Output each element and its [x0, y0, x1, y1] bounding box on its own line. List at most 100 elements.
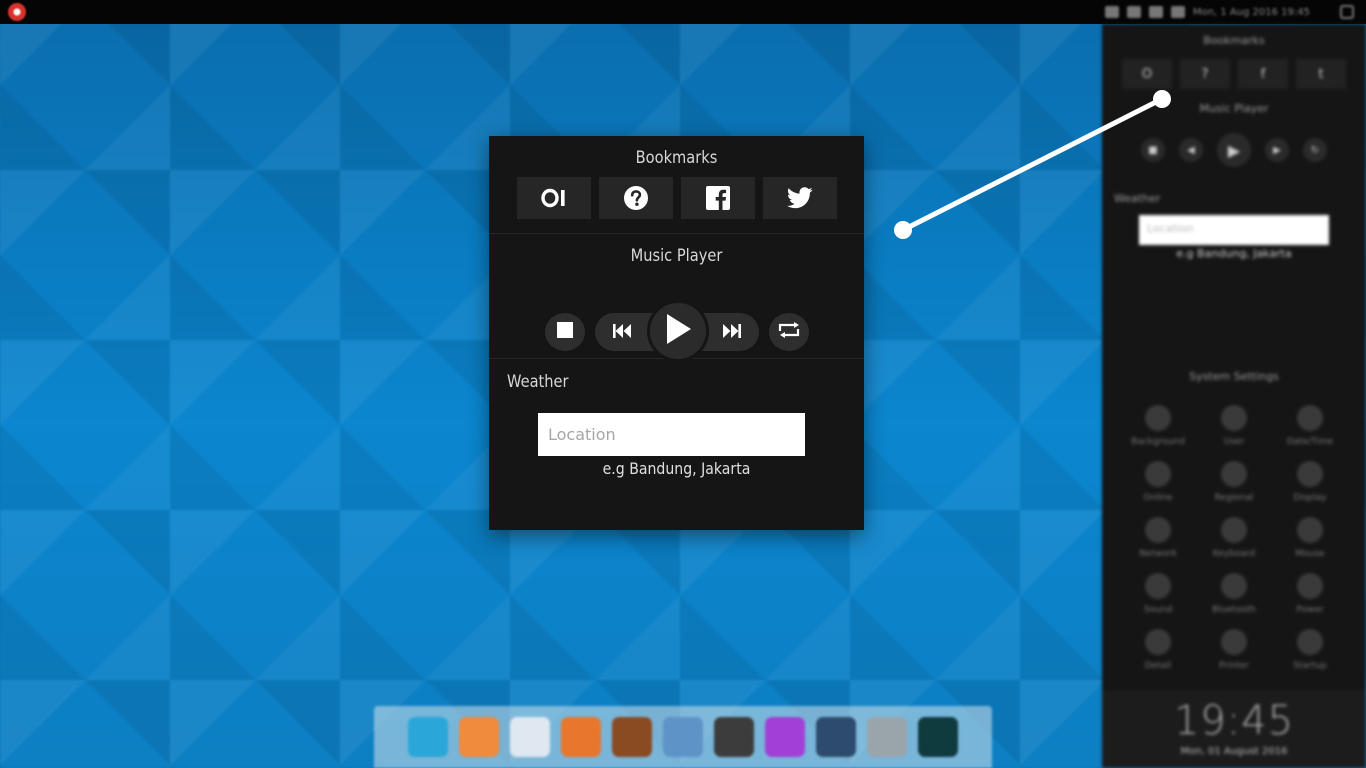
settings-item-label: Background [1131, 437, 1185, 447]
sidebar-stop-icon[interactable]: ■ [1141, 138, 1165, 162]
settings-item[interactable]: Sound [1120, 573, 1196, 615]
chat-icon[interactable] [765, 717, 805, 757]
package-icon[interactable] [663, 717, 703, 757]
sidebar-prev-icon[interactable]: ◀ [1179, 138, 1203, 162]
topbar-datetime[interactable]: Mon, 1 Aug 2016 19:45 [1193, 7, 1310, 18]
help-bookmark-button[interactable] [598, 177, 673, 219]
settings-item-icon [1221, 573, 1247, 599]
settings-item-icon [1145, 517, 1171, 543]
settings-item[interactable]: Date/Time [1272, 405, 1348, 447]
sidebar-clock: 19:45 Mon, 01 August 2016 [1102, 690, 1366, 768]
settings-item-label: Date/Time [1286, 437, 1334, 447]
settings-item-label: Bluetooth [1212, 605, 1256, 615]
keyboard-icon[interactable] [1126, 6, 1141, 18]
twitter-bookmark-button[interactable] [762, 177, 837, 219]
chrome-icon[interactable] [408, 717, 448, 757]
location-input[interactable] [538, 413, 805, 456]
facebook-icon [705, 186, 730, 210]
settings-item-icon [1297, 517, 1323, 543]
calculator-icon[interactable] [867, 717, 907, 757]
battery-icon[interactable] [1170, 6, 1185, 18]
sidebar-bookmarks: Bookmarks O ? f t [1102, 34, 1366, 89]
settings-item-label: Sound [1143, 605, 1173, 615]
settings-item-icon [1297, 405, 1323, 431]
twitter-icon [786, 187, 813, 209]
sidebar-music-player: Music Player ■ ◀ ▶ ▶ ↻ [1102, 102, 1366, 167]
play-button[interactable] [647, 300, 709, 362]
settings-item-label: Startup [1293, 661, 1327, 671]
settings-item-label: Power [1296, 605, 1324, 615]
settings-item-label: User [1223, 437, 1245, 447]
sidebar-next-icon[interactable]: ▶ [1265, 138, 1289, 162]
settings-item[interactable]: Network [1120, 517, 1196, 559]
music-player-controls [489, 298, 864, 362]
settings-item[interactable]: Regional [1196, 461, 1272, 503]
settings-item-label: Regional [1214, 493, 1254, 503]
sidebar-repeat-icon[interactable]: ↻ [1303, 138, 1327, 162]
sidebar-location-input[interactable]: Location [1139, 215, 1329, 245]
sidebar-twitter-icon[interactable]: t [1296, 59, 1346, 89]
facebook-bookmark-button[interactable] [680, 177, 755, 219]
skip-forward-icon [723, 323, 741, 342]
settings-item[interactable]: Mouse [1272, 517, 1348, 559]
bookmarks-section: Bookmarks [489, 136, 864, 234]
music-player-title: Music Player [630, 246, 723, 266]
settings-item[interactable]: Power [1272, 573, 1348, 615]
calendar-icon[interactable] [1104, 6, 1119, 18]
guitar-icon[interactable] [612, 717, 652, 757]
files-stack-icon[interactable] [459, 717, 499, 757]
settings-item[interactable]: Startup [1272, 629, 1348, 671]
sidebar-system-settings: System Settings Background User Date/Time O… [1102, 370, 1366, 671]
top-panel: Mon, 1 Aug 2016 19:45 [0, 0, 1366, 24]
settings-item-label: Mouse [1295, 549, 1325, 559]
sidebar-weather-hint: e.g Bandung, Jakarta [1176, 247, 1292, 260]
settings-item-icon [1145, 573, 1171, 599]
settings-item-icon [1221, 461, 1247, 487]
firefox-icon[interactable] [561, 717, 601, 757]
sidebar-opera-icon[interactable]: O [1122, 59, 1172, 89]
settings-item-icon [1221, 629, 1247, 655]
settings-item-label: Display [1293, 493, 1327, 503]
settings-item-label: Online [1143, 493, 1173, 503]
show-desktop-icon[interactable] [1340, 5, 1354, 19]
sidebar-weather-title: Weather [1114, 192, 1161, 205]
terminal-icon[interactable] [918, 717, 958, 757]
sidebar-help-icon[interactable]: ? [1180, 59, 1230, 89]
settings-item[interactable]: Background [1120, 405, 1196, 447]
volume-icon[interactable] [1148, 6, 1163, 18]
sidebar-music-title: Music Player [1199, 102, 1269, 115]
sidebar-play-icon[interactable]: ▶ [1217, 133, 1251, 167]
sidebar-facebook-icon[interactable]: f [1238, 59, 1288, 89]
system-tray: Mon, 1 Aug 2016 19:45 [1104, 5, 1354, 19]
settings-item[interactable]: Bluetooth [1196, 573, 1272, 615]
settings-item[interactable]: Display [1272, 461, 1348, 503]
help-icon [623, 185, 649, 211]
opera-bookmark-button[interactable] [516, 177, 591, 219]
skip-back-icon [613, 323, 631, 342]
stop-button[interactable] [545, 313, 585, 351]
settings-item-icon [1145, 629, 1171, 655]
repeat-icon [778, 322, 800, 342]
settings-item[interactable]: Detail [1120, 629, 1196, 671]
widget-panel-zoomed: Bookmarks Music Player Weather Location … [489, 136, 864, 530]
settings-item[interactable]: Online [1120, 461, 1196, 503]
folder-icon[interactable] [510, 717, 550, 757]
widget-sidebar: Bookmarks O ? f t Music Player ■ ◀ ▶ ▶ ↻… [1102, 24, 1366, 768]
settings-item[interactable]: Printer [1196, 629, 1272, 671]
play-icon [665, 314, 691, 348]
settings-item[interactable]: Keyboard [1196, 517, 1272, 559]
sidebar-bookmarks-title: Bookmarks [1203, 34, 1265, 47]
settings-item-label: Keyboard [1212, 549, 1256, 559]
camera-icon[interactable] [816, 717, 856, 757]
system-menu-logo-icon[interactable] [8, 3, 26, 21]
settings-item-label: Printer [1219, 661, 1249, 671]
previous-track-button[interactable] [605, 313, 639, 351]
settings-item-icon [1297, 629, 1323, 655]
music-player-section: Music Player [489, 234, 864, 362]
settings-item[interactable]: User [1196, 405, 1272, 447]
next-track-button[interactable] [715, 313, 749, 351]
settings-item-icon [1221, 517, 1247, 543]
repeat-button[interactable] [769, 313, 809, 351]
settings-item-icon [1297, 461, 1323, 487]
screenshot-icon[interactable] [714, 717, 754, 757]
